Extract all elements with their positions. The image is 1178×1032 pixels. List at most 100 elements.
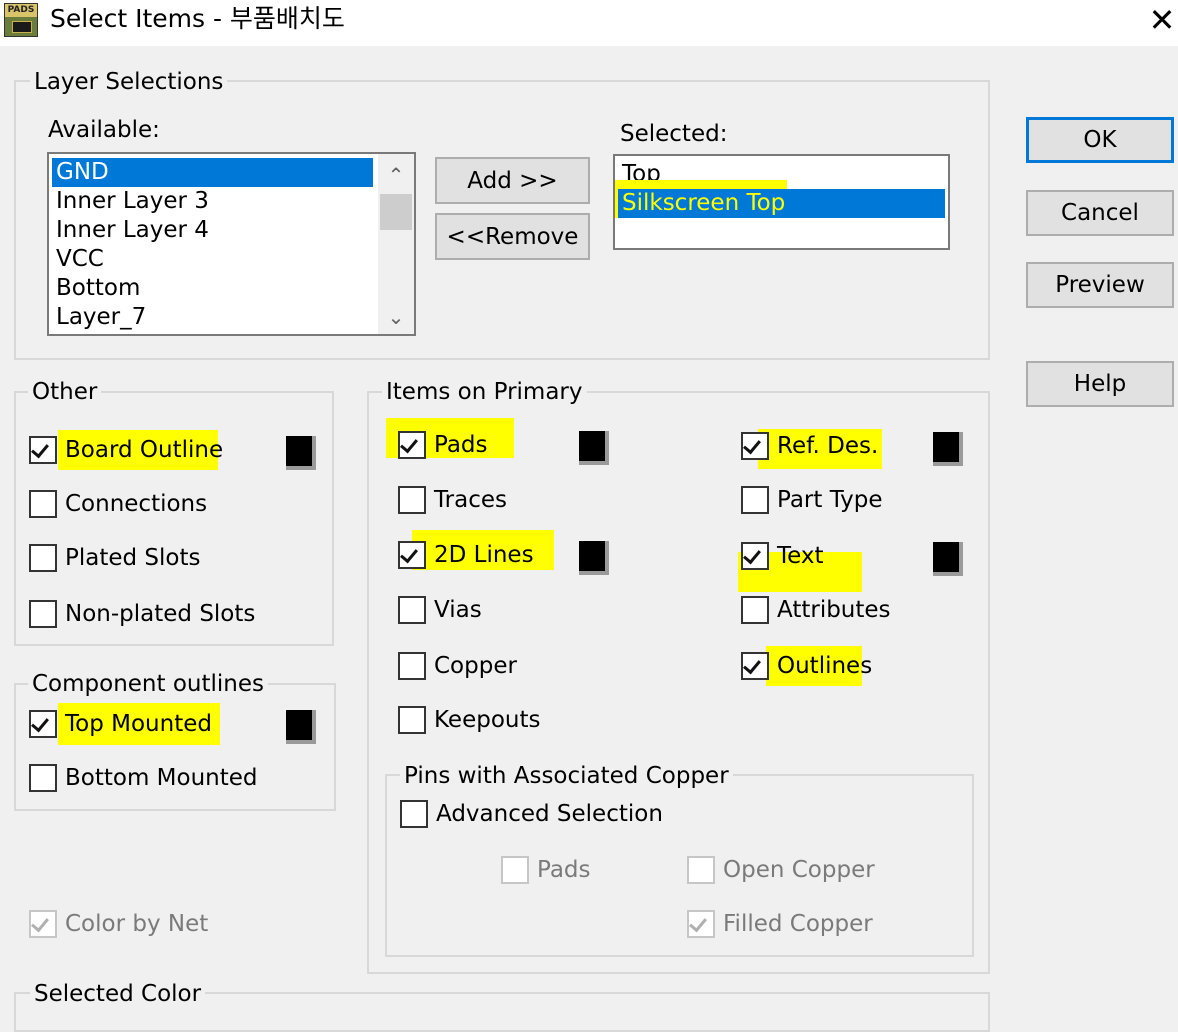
checkbox-box[interactable] [741,652,769,680]
checkbox-box[interactable] [741,542,769,570]
close-icon[interactable]: ✕ [1146,2,1178,38]
part-type-checkbox[interactable]: Part Type [741,484,921,518]
checkbox-box[interactable] [29,490,57,518]
checkbox-label: Attributes [777,597,891,623]
keepouts-checkbox[interactable]: Keepouts [398,704,578,738]
pads-app-icon: PADS [4,3,38,37]
pins-associated-copper-legend: Pins with Associated Copper [400,762,733,790]
checkbox-label: Outlines [777,653,873,679]
outlines-checkbox[interactable]: Outlines [741,650,901,684]
checkbox-label: Pads [434,432,488,458]
items-on-primary-legend: Items on Primary [382,378,587,406]
checkbox-box[interactable] [398,596,426,624]
bottom-mounted-checkbox[interactable]: Bottom Mounted [29,762,289,796]
selected-label: Selected: [620,121,728,147]
checkbox-box [501,856,529,884]
board-outline-checkbox[interactable]: Board Outline [29,434,269,468]
traces-checkbox[interactable]: Traces [398,484,558,518]
text-color-swatch[interactable] [933,542,963,576]
checkbox-box[interactable] [29,600,57,628]
checkbox-box[interactable] [741,432,769,460]
list-item[interactable]: VCC [52,245,373,274]
checkbox-label: Plated Slots [65,545,201,571]
add-button[interactable]: Add >> [435,157,590,204]
selected-color-legend: Selected Color [30,980,206,1008]
ok-button[interactable]: OK [1026,117,1174,163]
component-outlines-legend: Component outlines [28,670,268,698]
checkbox-label: Traces [434,487,507,513]
cancel-button[interactable]: Cancel [1026,190,1174,236]
copper-checkbox[interactable]: Copper [398,650,558,684]
checkbox-label: Ref. Des. [777,433,879,459]
checkbox-box[interactable] [398,706,426,734]
checkbox-label: Text [777,543,824,569]
board-outline-color-swatch[interactable] [286,436,316,470]
list-item[interactable]: GND [52,158,373,187]
open-copper-checkbox: Open Copper [687,854,887,888]
ref-des-color-swatch[interactable] [933,432,963,466]
top-mounted-color-swatch[interactable] [286,710,316,744]
checkbox-box[interactable] [29,544,57,572]
checkbox-box[interactable] [741,596,769,624]
list-item[interactable]: Inner Layer 4 [52,216,373,245]
plated-slots-checkbox[interactable]: Plated Slots [29,542,269,576]
checkbox-label: Bottom Mounted [65,765,258,791]
advanced-selection-checkbox[interactable]: Advanced Selection [400,798,680,832]
scroll-up-icon[interactable]: ⌃ [378,158,414,192]
checkbox-label: 2D Lines [434,542,534,568]
checkbox-label: Board Outline [65,437,224,463]
scroll-thumb[interactable] [380,194,412,230]
checkbox-label: Non-plated Slots [65,601,256,627]
checkbox-label: Filled Copper [723,911,873,937]
list-item[interactable]: Silkscreen Top [618,189,945,218]
list-item[interactable]: Layer_7 [52,303,373,332]
checkbox-label: Connections [65,491,208,517]
help-button[interactable]: Help [1026,361,1174,407]
title-bar: PADS Select Items - 부품배치도 ✕ [0,0,1178,46]
pads-color-swatch[interactable] [579,431,609,465]
list-item[interactable]: Bottom [52,274,373,303]
checkbox-box[interactable] [398,652,426,680]
2d-lines-checkbox[interactable]: 2D Lines [398,539,558,573]
layer-selections-legend: Layer Selections [30,68,228,96]
selected-layers-list[interactable]: Top Silkscreen Top [613,154,950,250]
available-layers-list[interactable]: GND Inner Layer 3 Inner Layer 4 VCC Bott… [47,152,416,336]
checkbox-label: Vias [434,597,482,623]
checkbox-label: Copper [434,653,517,679]
available-label: Available: [48,117,160,143]
remove-button[interactable]: <<Remove [435,213,590,260]
checkbox-box[interactable] [398,431,426,459]
vias-checkbox[interactable]: Vias [398,594,558,628]
preview-button[interactable]: Preview [1026,262,1174,308]
pads-checkbox[interactable]: Pads [398,429,538,463]
filled-copper-checkbox: Filled Copper [687,908,887,942]
app-icon-label: PADS [5,4,37,17]
checkbox-label: Top Mounted [65,711,212,737]
ref-des-checkbox[interactable]: Ref. Des. [741,430,921,464]
chip-icon [12,21,32,33]
scroll-down-icon[interactable]: ⌄ [378,300,414,334]
window-title: Select Items - 부품배치도 [50,4,345,33]
available-scrollbar[interactable]: ⌃ ⌄ [378,154,414,334]
other-legend: Other [28,378,102,406]
pins-pads-checkbox: Pads [501,854,621,888]
checkbox-box [687,856,715,884]
non-plated-slots-checkbox[interactable]: Non-plated Slots [29,598,309,632]
checkbox-label: Part Type [777,487,883,513]
checkbox-box[interactable] [400,800,428,828]
checkbox-box[interactable] [398,486,426,514]
checkbox-box[interactable] [741,486,769,514]
text-checkbox[interactable]: Text [741,540,881,574]
top-mounted-checkbox[interactable]: Top Mounted [29,708,269,742]
checkbox-box[interactable] [29,436,57,464]
checkbox-box[interactable] [29,710,57,738]
checkbox-label: Open Copper [723,857,875,883]
checkbox-label: Pads [537,857,591,883]
2d-lines-color-swatch[interactable] [579,541,609,575]
checkbox-label: Advanced Selection [436,801,663,827]
checkbox-box[interactable] [29,764,57,792]
attributes-checkbox[interactable]: Attributes [741,594,921,628]
connections-checkbox[interactable]: Connections [29,488,269,522]
list-item[interactable]: Inner Layer 3 [52,187,373,216]
checkbox-box[interactable] [398,541,426,569]
